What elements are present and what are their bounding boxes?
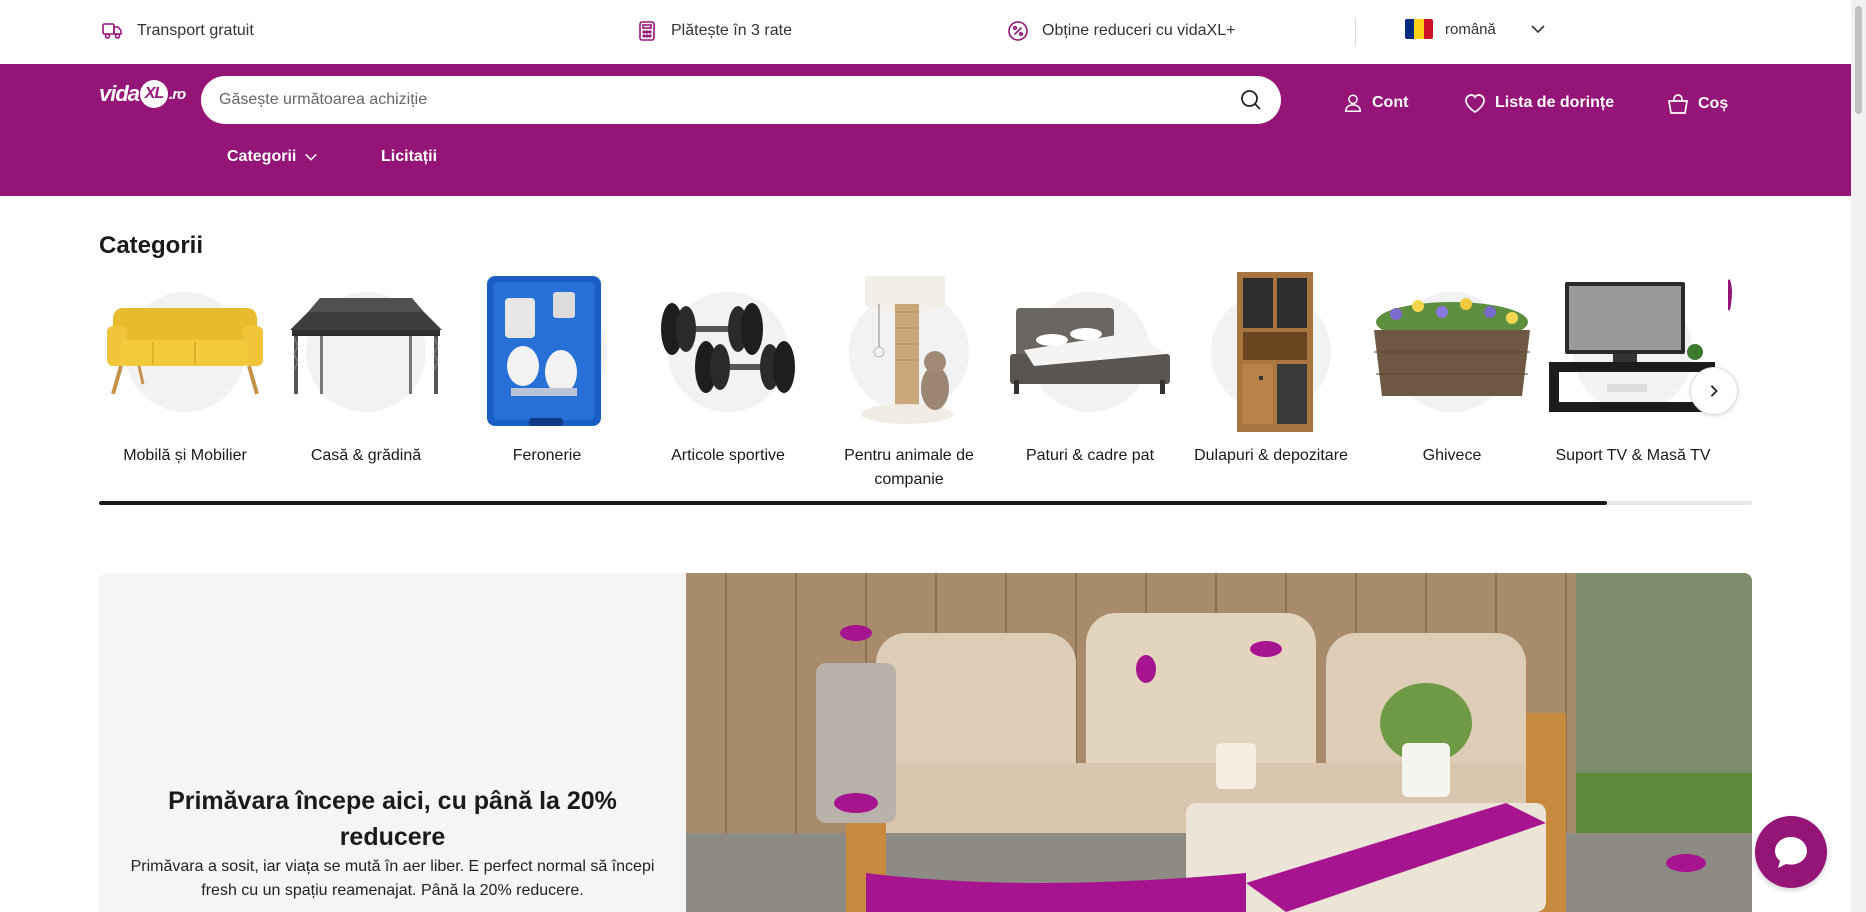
calculator-icon	[635, 19, 659, 43]
category-image	[1185, 268, 1357, 436]
promo-text-panel: Primăvara începe aici, cu până la 20% re…	[99, 573, 686, 912]
basket-icon	[1666, 92, 1690, 116]
chevron-down-icon	[1530, 21, 1546, 37]
category-image	[642, 268, 814, 436]
cart-link[interactable]: Coș	[1666, 92, 1728, 116]
page: Transport gratuit Plătește în 3 rate Obț…	[0, 0, 1866, 912]
category-label: Suport TV & Masă TV	[1555, 447, 1711, 464]
promo-image	[686, 573, 1752, 912]
category-item-planters[interactable]: Ghivece	[1366, 268, 1538, 468]
header: vidaXL.ro Cont Lista de dorințe Coș	[0, 64, 1851, 196]
category-label: Pentru animale de companie	[844, 447, 974, 488]
logo-mark: XL	[140, 80, 169, 108]
promo-title: Primăvara începe aici, cu până la 20% re…	[168, 787, 617, 851]
vidaxl-logo[interactable]: vida XL .ro	[99, 76, 187, 112]
category-label: Casă & grădină	[310, 447, 422, 464]
promo-description: Primăvara a sosit, iar viața se mută în …	[130, 858, 655, 899]
wishlist-label: Lista de dorințe	[1495, 94, 1615, 111]
category-item-storage[interactable]: Dulapuri & depozitare	[1185, 268, 1357, 468]
category-image	[461, 268, 633, 436]
search-input[interactable]	[219, 91, 1237, 109]
category-item-hardware[interactable]: Feronerie	[461, 268, 633, 468]
category-label: Dulapuri & depozitare	[1194, 447, 1348, 464]
category-label: Ghivece	[1422, 447, 1482, 464]
nav-categories[interactable]: Categorii	[227, 148, 318, 166]
carousel-scroll-thumb[interactable]	[99, 501, 1607, 505]
wishlist-link[interactable]: Lista de dorințe	[1463, 92, 1614, 114]
promo-banner[interactable]: Primăvara începe aici, cu până la 20% re…	[99, 573, 1752, 912]
chat-button[interactable]	[1755, 816, 1827, 888]
category-label: Feronerie	[512, 447, 582, 464]
page-scrollbar[interactable]	[1851, 0, 1866, 912]
logo-prefix: vida	[99, 81, 140, 106]
usp-vidaxl-plus-label: Obține reduceri cu vidaXL+	[1042, 22, 1236, 39]
category-image	[1366, 268, 1538, 436]
nav-auctions-label: Licitații	[381, 148, 438, 165]
percent-badge-icon	[1006, 19, 1030, 43]
usp-vidaxl-plus[interactable]: Obține reduceri cu vidaXL+	[1006, 19, 1235, 43]
usp-free-shipping-label: Transport gratuit	[137, 22, 254, 39]
language-selector[interactable]: română	[1405, 19, 1546, 39]
truck-icon	[101, 19, 125, 43]
category-item-beds[interactable]: Paturi & cadre pat	[1004, 268, 1176, 468]
category-image	[1547, 268, 1719, 436]
category-image	[823, 268, 995, 436]
nav-categories-label: Categorii	[227, 148, 297, 165]
heart-icon	[1463, 92, 1487, 114]
chevron-down-icon	[304, 150, 318, 164]
chevron-right-icon	[1707, 384, 1721, 398]
usp-installments[interactable]: Plătește în 3 rate	[635, 19, 792, 43]
nav-auctions[interactable]: Licitații	[381, 148, 437, 166]
chat-bubble-icon	[1771, 832, 1811, 872]
category-image	[280, 268, 452, 436]
usp-free-shipping[interactable]: Transport gratuit	[101, 19, 254, 43]
romania-flag-icon	[1405, 19, 1433, 39]
usp-divider	[1355, 18, 1356, 46]
search-bar	[201, 76, 1281, 124]
carousel-scroll-track[interactable]	[99, 501, 1752, 505]
user-icon	[1342, 92, 1364, 114]
category-item-furniture[interactable]: Mobilă și Mobilier	[99, 268, 271, 468]
category-image	[99, 268, 271, 436]
category-carousel: Mobilă și Mobilier Casă & grădină Ferone…	[99, 268, 1752, 498]
category-item-partial[interactable]	[1728, 268, 1752, 444]
account-label: Cont	[1372, 94, 1409, 111]
logo-suffix: .ro	[169, 85, 186, 103]
category-label: Paturi & cadre pat	[1025, 447, 1155, 464]
category-label: Articole sportive	[671, 447, 785, 464]
usp-installments-label: Plătește în 3 rate	[671, 22, 792, 39]
category-item-tv-stands[interactable]: Suport TV & Masă TV	[1547, 268, 1719, 468]
category-item-home-garden[interactable]: Casă & grădină	[280, 268, 452, 468]
usp-bar: Transport gratuit Plătește în 3 rate Obț…	[0, 0, 1851, 64]
language-label: română	[1445, 20, 1496, 38]
category-label: Mobilă și Mobilier	[123, 447, 247, 464]
cart-label: Coș	[1698, 95, 1729, 112]
category-item-pets[interactable]: Pentru animale de companie	[823, 268, 995, 492]
category-item-sports[interactable]: Articole sportive	[642, 268, 814, 468]
search-icon[interactable]	[1237, 86, 1265, 114]
category-image	[1728, 268, 1752, 436]
carousel-next-button[interactable]	[1690, 367, 1738, 415]
categories-title: Categorii	[99, 232, 204, 259]
category-image	[1004, 268, 1176, 436]
account-link[interactable]: Cont	[1342, 92, 1408, 114]
page-scrollbar-thumb[interactable]	[1855, 6, 1862, 114]
